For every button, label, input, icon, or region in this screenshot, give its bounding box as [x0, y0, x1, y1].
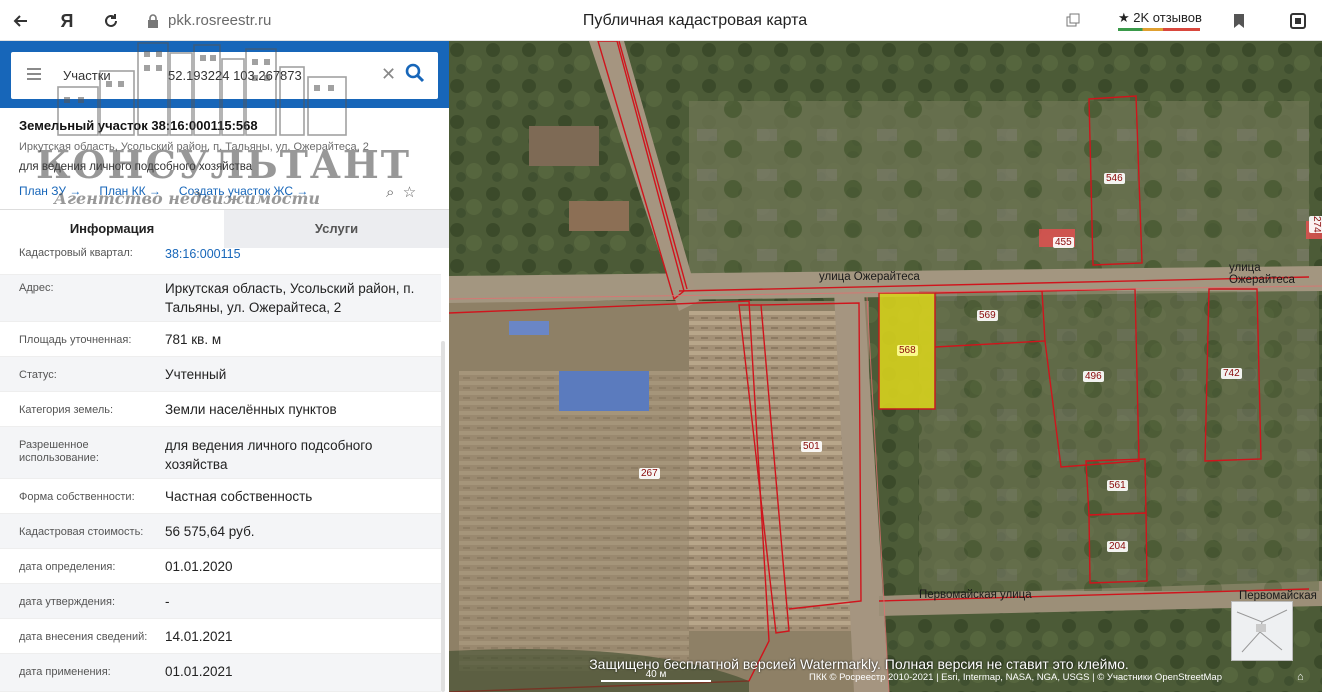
scale-bar: 40 м	[601, 669, 711, 682]
browser-toolbar: Я pkk.rosreestr.ru Публичная кадастровая…	[0, 0, 1322, 41]
info-row: Статус: Учтенный	[0, 357, 441, 392]
map-view[interactable]: улица Ожерайтеса улица Ожерайтеса Первом…	[449, 41, 1322, 692]
info-label: Адрес:	[19, 282, 54, 294]
parcel-label[interactable]: 267	[639, 468, 660, 479]
parcel-label[interactable]: 274	[1309, 216, 1322, 233]
search-input[interactable]: 52.193224 103.267873	[168, 68, 302, 83]
parcel-actions: ⌕ ☆	[386, 183, 416, 201]
info-row: дата внесения сведений: 14.01.2021	[0, 619, 441, 654]
parcel-label-selected[interactable]: 568	[897, 345, 918, 356]
info-value: 14.01.2021	[165, 629, 233, 644]
info-value: 01.01.2020	[165, 559, 233, 574]
street-label: Первомайская улица	[919, 589, 1032, 601]
info-value: Частная собственность	[165, 489, 313, 504]
info-label: Кадастровый квартал:	[19, 247, 133, 259]
info-panel: Участки 52.193224 103.267873 ✕ ❮ Земельн…	[0, 41, 449, 692]
street-label: улица Ожерайтеса	[819, 271, 920, 283]
minimap[interactable]	[1231, 601, 1293, 661]
info-label: Категория земель:	[19, 404, 114, 416]
search-icon[interactable]	[405, 63, 427, 85]
parcel-label[interactable]: 496	[1083, 371, 1104, 382]
parcel-label[interactable]: 204	[1107, 541, 1128, 552]
watermarkly-notice: Защищено бесплатной версией Watermarkly.…	[589, 656, 1129, 672]
parcel-use: для ведения личного подсобного хозяйства	[19, 161, 253, 173]
menu-icon[interactable]	[27, 68, 41, 83]
info-label: Статус:	[19, 369, 57, 381]
info-label: Разрешенное использование:	[19, 439, 99, 464]
parcel-links: План ЗУ → План КК → Создать участок ЖС →	[19, 184, 326, 198]
parcel-label[interactable]: 561	[1107, 480, 1128, 491]
search-type-select[interactable]: Участки	[63, 68, 111, 83]
plan-zu-link[interactable]: План ЗУ →	[19, 184, 81, 198]
info-value-link[interactable]: 38:16:000115	[165, 245, 435, 264]
parcel-label[interactable]: 569	[977, 310, 998, 321]
info-value: Земли населённых пунктов	[165, 402, 337, 417]
info-row: Кадастровая стоимость: 56 575,64 руб.	[0, 514, 441, 549]
info-value: 56 575,64 руб.	[165, 524, 255, 539]
panel-scrollbar[interactable]	[441, 341, 445, 692]
extensions-icon[interactable]	[1285, 8, 1311, 34]
info-row: дата применения: 01.01.2021	[0, 654, 441, 692]
info-row: Разрешенное использование: для ведения л…	[0, 427, 441, 479]
info-row: дата утверждения: -	[0, 584, 441, 619]
info-row: Площадь уточненная: 781 кв. м	[0, 322, 441, 357]
tabs-icon[interactable]	[1060, 8, 1086, 34]
info-value: для ведения личного подсобного хозяйства	[165, 438, 373, 472]
home-icon[interactable]: ⌂	[1297, 671, 1304, 683]
info-value: Иркутская область, Усольский район, п. Т…	[165, 281, 415, 315]
parcel-label[interactable]: 742	[1221, 368, 1242, 379]
bookmark-icon[interactable]	[1226, 8, 1252, 34]
info-label: Кадастровая стоимость:	[19, 526, 144, 538]
search-parcel-icon[interactable]: ⌕	[386, 184, 394, 201]
info-label: дата внесения сведений:	[19, 631, 148, 643]
plan-kk-link[interactable]: План КК →	[99, 184, 161, 198]
star-outline-icon[interactable]: ☆	[403, 184, 416, 201]
info-value: Учтенный	[165, 367, 227, 382]
map-attribution: ПКК © Росреестр 2010-2021 | Esri, Interm…	[809, 672, 1222, 683]
info-value: 01.01.2021	[165, 664, 233, 679]
parcel-label[interactable]: 455	[1053, 237, 1074, 248]
info-value: 781 кв. м	[165, 332, 222, 347]
info-row: дата определения: 01.01.2020	[0, 549, 441, 584]
tab-information[interactable]: Информация	[0, 210, 224, 248]
info-row: Категория земель: Земли населённых пункт…	[0, 392, 441, 427]
info-row: Адрес: Иркутская область, Усольский райо…	[0, 275, 441, 322]
parcel-title: Земельный участок 38:16:000115:568	[19, 118, 258, 133]
info-value: -	[165, 594, 170, 609]
street-label: улица Ожерайтеса	[1229, 262, 1295, 286]
parcel-label[interactable]: 546	[1104, 173, 1125, 184]
info-row: Форма собственности: Частная собственнос…	[0, 479, 441, 514]
info-label: дата утверждения:	[19, 596, 116, 608]
clear-icon[interactable]: ✕	[381, 64, 396, 85]
search-box[interactable]: Участки 52.193224 103.267873 ✕	[11, 52, 438, 99]
create-parcel-link[interactable]: Создать участок ЖС →	[179, 184, 308, 198]
info-label: дата определения:	[19, 561, 116, 573]
parcel-label[interactable]: 501	[801, 441, 822, 452]
info-label: Площадь уточненная:	[19, 334, 132, 346]
info-label: Форма собственности:	[19, 491, 135, 503]
satellite-map[interactable]	[449, 41, 1322, 692]
reviews-badge[interactable]: ★ 2K отзывов	[1118, 10, 1202, 31]
tab-services[interactable]: Услуги	[224, 210, 449, 248]
info-row: Кадастровый квартал: 38:16:000115	[0, 247, 441, 275]
star-icon: ★	[1118, 10, 1130, 25]
tab-bar: Информация Услуги	[0, 209, 449, 248]
reviews-count: 2K отзывов	[1133, 10, 1202, 25]
parcel-address: Иркутская область, Усольский район, п. Т…	[19, 141, 369, 153]
info-label: дата применения:	[19, 666, 111, 678]
search-header: Участки 52.193224 103.267873 ✕ ❮	[0, 41, 449, 108]
